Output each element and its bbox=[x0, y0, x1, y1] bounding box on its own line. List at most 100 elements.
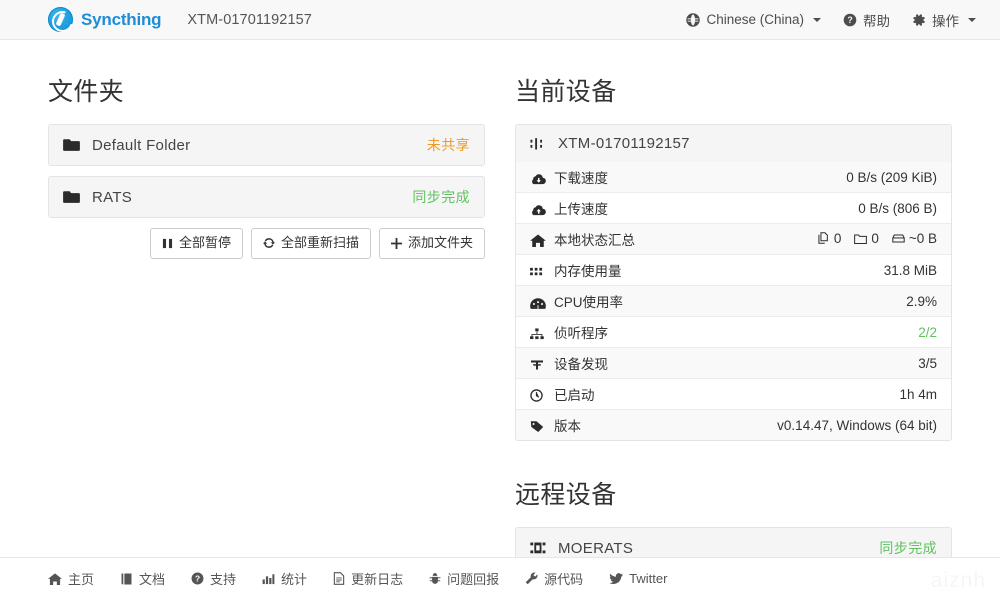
folder-status: 未共享 bbox=[426, 137, 470, 153]
footer-label: 支持 bbox=[210, 572, 237, 587]
grid-icon bbox=[530, 266, 547, 278]
top-navbar: Syncthing XTM-01701192157 Chinese (China… bbox=[0, 0, 1000, 40]
stat-label: 设备发现 bbox=[554, 357, 608, 372]
table-row: 侦听程序 2/2 bbox=[516, 316, 951, 348]
rescan-all-button[interactable]: 全部重新扫描 bbox=[250, 228, 371, 259]
folder-icon bbox=[63, 190, 80, 204]
folder-panel: RATS 同步完成 bbox=[48, 176, 485, 218]
tag-icon bbox=[530, 420, 547, 433]
pause-icon bbox=[162, 238, 173, 249]
question-circle-icon: ? bbox=[843, 13, 857, 27]
syncthing-logo-icon bbox=[48, 7, 73, 32]
stat-label-cell: 上传速度 bbox=[516, 192, 697, 224]
gear-icon bbox=[912, 13, 926, 27]
folders-title: 文件夹 bbox=[48, 78, 125, 106]
this-device-header[interactable]: XTM-01701192157 bbox=[516, 125, 951, 162]
stat-label-cell: 已启动 bbox=[516, 378, 697, 410]
question-circle-icon: ? bbox=[191, 572, 204, 585]
watermark: aiznh bbox=[930, 569, 986, 592]
folders-column: 文件夹 Default Folder 未共享 RATS 同步完成 全部暂停 全部… bbox=[48, 40, 485, 599]
cloud-upload-icon bbox=[530, 204, 547, 216]
chevron-down-icon bbox=[813, 17, 821, 22]
this-device-name: XTM-01701192157 bbox=[558, 135, 690, 152]
table-row: 已启动 1h 4m bbox=[516, 378, 951, 410]
stat-value: 0 B/s (209 KiB) bbox=[696, 162, 951, 193]
stat-label: CPU使用率 bbox=[554, 295, 624, 310]
clock-icon bbox=[530, 389, 547, 402]
devices-column: 当前设备 XTM-01701192157 下载速度 0 B/s (209 KiB… bbox=[515, 40, 952, 599]
remote-device-status: 同步完成 bbox=[879, 540, 937, 556]
home-icon bbox=[48, 572, 62, 585]
stat-label: 版本 bbox=[554, 419, 581, 434]
local-state-value: 0 0 ~0 B bbox=[696, 223, 951, 255]
discovery-icon bbox=[530, 359, 547, 371]
add-folder-button[interactable]: 添加文件夹 bbox=[378, 228, 485, 259]
table-row: 版本 v0.14.47, Windows (64 bit) bbox=[516, 409, 951, 440]
help-label: 帮助 bbox=[863, 13, 890, 29]
local-files-count: 0 bbox=[833, 230, 842, 246]
hdd-icon bbox=[892, 233, 905, 244]
brand-label: Syncthing bbox=[81, 9, 162, 29]
plus-icon bbox=[390, 237, 402, 249]
files-icon bbox=[818, 232, 830, 245]
stat-label: 已启动 bbox=[554, 388, 595, 403]
footer-link-twitter[interactable]: Twitter bbox=[609, 571, 667, 586]
footer-link-stats[interactable]: 统计 bbox=[262, 569, 307, 588]
device-signal-icon bbox=[530, 137, 546, 151]
bug-icon bbox=[429, 572, 441, 585]
folder-name: Default Folder bbox=[92, 136, 191, 154]
stat-value: 1h 4m bbox=[696, 378, 951, 410]
main-container: 文件夹 Default Folder 未共享 RATS 同步完成 全部暂停 全部… bbox=[0, 40, 1000, 599]
tachometer-icon bbox=[530, 297, 547, 309]
folder-row[interactable]: RATS 同步完成 bbox=[49, 177, 484, 217]
sitemap-icon bbox=[530, 328, 547, 340]
globe-icon bbox=[686, 12, 701, 27]
home-icon bbox=[530, 234, 547, 247]
language-selector[interactable]: Chinese (China) bbox=[686, 12, 821, 27]
local-files-group: 0 bbox=[818, 230, 842, 246]
folder-icon bbox=[63, 138, 80, 152]
file-icon bbox=[333, 572, 345, 585]
stat-label: 本地状态汇总 bbox=[554, 233, 635, 248]
footer-link-changelog[interactable]: 更新日志 bbox=[333, 569, 403, 588]
folder-name: RATS bbox=[92, 188, 133, 206]
help-menu[interactable]: ? 帮助 bbox=[843, 10, 890, 30]
footer-link-home[interactable]: 主页 bbox=[48, 569, 94, 588]
pause-all-button[interactable]: 全部暂停 bbox=[149, 228, 243, 259]
remote-device-name: MOERATS bbox=[558, 539, 634, 557]
this-device-stats-table: 下载速度 0 B/s (209 KiB) 上传速度 0 B/s (806 B) bbox=[516, 162, 951, 440]
navbar-right-links: Chinese (China) ? 帮助 操作 bbox=[686, 10, 976, 30]
syncthing-brand[interactable]: Syncthing bbox=[48, 7, 162, 32]
table-row: CPU使用率 2.9% bbox=[516, 285, 951, 317]
local-folders-count: 0 bbox=[871, 230, 879, 246]
footer-link-source[interactable]: 源代码 bbox=[525, 569, 583, 588]
stat-label-cell: 内存使用量 bbox=[516, 254, 697, 286]
language-label: Chinese (China) bbox=[706, 12, 804, 27]
stat-label-cell: 下载速度 bbox=[516, 162, 697, 193]
stat-label: 下载速度 bbox=[554, 171, 608, 186]
stat-value: 3/5 bbox=[696, 347, 951, 379]
wrench-icon bbox=[525, 572, 538, 585]
stat-value: v0.14.47, Windows (64 bit) bbox=[696, 409, 951, 440]
folder-panel: Default Folder 未共享 bbox=[48, 124, 485, 166]
cloud-download-icon bbox=[530, 173, 547, 185]
book-icon bbox=[120, 572, 133, 585]
page-footer: 主页 文档 ? 支持 统计 更新日志 问题回报 源代码 Twitter aizn… bbox=[0, 557, 1000, 599]
stat-label-cell: 设备发现 bbox=[516, 347, 697, 379]
bar-chart-icon bbox=[262, 573, 275, 585]
footer-label: 更新日志 bbox=[351, 572, 404, 587]
stat-label-cell: CPU使用率 bbox=[516, 285, 697, 317]
footer-label: 统计 bbox=[281, 572, 308, 587]
footer-label: 问题回报 bbox=[447, 572, 500, 587]
remote-device-icon bbox=[530, 541, 546, 555]
footer-link-support[interactable]: ? 支持 bbox=[191, 569, 236, 588]
footer-link-bugs[interactable]: 问题回报 bbox=[429, 569, 499, 588]
local-size: ~0 B bbox=[908, 230, 937, 246]
stat-value: 2.9% bbox=[696, 285, 951, 317]
stat-label-cell: 版本 bbox=[516, 409, 697, 440]
this-device-title: 当前设备 bbox=[515, 78, 617, 106]
actions-menu[interactable]: 操作 bbox=[912, 10, 976, 30]
footer-link-docs[interactable]: 文档 bbox=[120, 569, 165, 588]
folder-row[interactable]: Default Folder 未共享 bbox=[49, 125, 484, 165]
stat-label-cell: 本地状态汇总 bbox=[516, 223, 697, 255]
